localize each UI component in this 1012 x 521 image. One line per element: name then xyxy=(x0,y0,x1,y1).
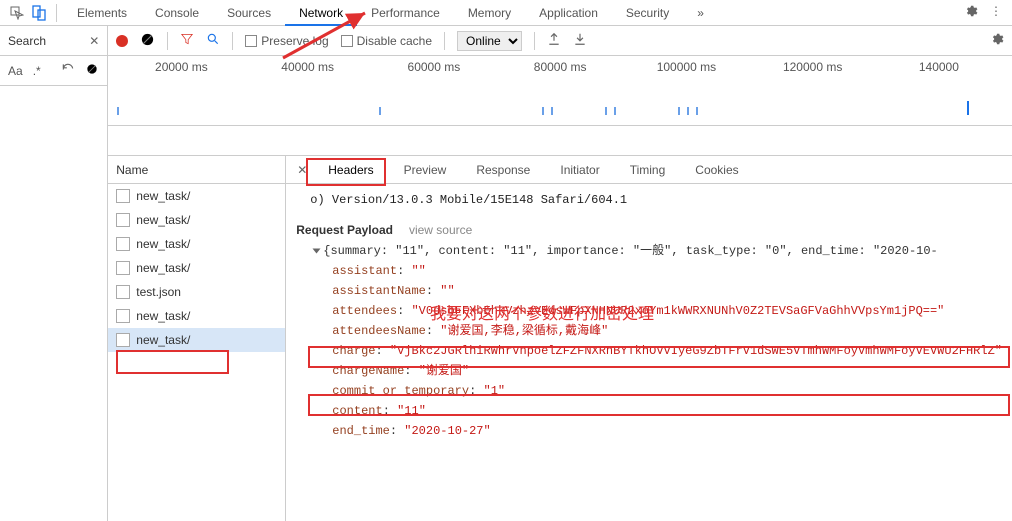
request-row[interactable]: new_task/ xyxy=(108,184,285,208)
request-row[interactable]: new_task/ xyxy=(108,208,285,232)
user-agent-line: o) Version/13.0.3 Mobile/15E148 Safari/6… xyxy=(310,190,1002,210)
network-timeline[interactable]: 20000 ms 40000 ms 60000 ms 80000 ms 1000… xyxy=(108,56,1012,126)
payload-field-content: content: "11" xyxy=(296,401,1002,421)
file-icon xyxy=(116,189,130,203)
payload-field-endtime: end_time: "2020-10-27" xyxy=(296,421,1002,441)
network-toolbar: Preserve log Disable cache Online xyxy=(108,26,1012,56)
splitter[interactable] xyxy=(108,126,1012,156)
payload-field-assistant: assistant: "" xyxy=(296,261,1002,281)
search-icon[interactable] xyxy=(206,32,220,49)
tab-preview[interactable]: Preview xyxy=(390,156,461,184)
close-details-icon[interactable]: ✕ xyxy=(292,163,312,177)
file-icon xyxy=(116,333,130,347)
timeline-tick-label: 120000 ms xyxy=(750,60,876,74)
tab-console[interactable]: Console xyxy=(141,0,213,26)
match-case-toggle[interactable]: Aa xyxy=(8,64,23,78)
devtools-top-tabs: Elements Console Sources Network Perform… xyxy=(0,0,1012,26)
request-list-header[interactable]: Name xyxy=(108,156,285,184)
record-icon[interactable] xyxy=(116,35,128,47)
timeline-tick-label: 20000 ms xyxy=(118,60,244,74)
tab-memory[interactable]: Memory xyxy=(454,0,525,26)
request-row[interactable]: new_task/ xyxy=(108,304,285,328)
payload-summary: {summary: "11", content: "11", importanc… xyxy=(296,241,1002,261)
file-icon xyxy=(116,309,130,323)
payload-field-chargeName: chargeName: "谢爱国" xyxy=(296,361,1002,381)
view-source-link[interactable]: view source xyxy=(409,223,472,237)
payload-field-attendeesName: attendeesName: "谢爱国,李稳,梁循标,戴海峰" xyxy=(296,321,1002,341)
regex-toggle[interactable]: .* xyxy=(33,64,41,78)
preserve-log-checkbox[interactable]: Preserve log xyxy=(245,34,328,48)
payload-field-attendees: attendees: "V0dsbFFXbEhkVzhzVEdsWFpXNHNU… xyxy=(296,301,1002,321)
request-list: Name new_task/ new_task/ new_task/ new_t… xyxy=(108,156,286,521)
request-row[interactable]: new_task/ xyxy=(108,232,285,256)
tab-response[interactable]: Response xyxy=(462,156,544,184)
request-row[interactable]: new_task/ xyxy=(108,256,285,280)
file-icon xyxy=(116,285,130,299)
clear-icon[interactable] xyxy=(85,62,99,79)
request-details: ✕ Headers Preview Response Initiator Tim… xyxy=(286,156,1012,521)
tab-application[interactable]: Application xyxy=(525,0,612,26)
search-title: Search xyxy=(8,34,46,48)
payload-field-assistantName: assistantName: "" xyxy=(296,281,1002,301)
search-panel: Search ✕ Aa .* xyxy=(0,26,108,521)
timeline-tick-label: 40000 ms xyxy=(245,60,371,74)
separator xyxy=(56,4,57,22)
request-row[interactable]: test.json xyxy=(108,280,285,304)
tab-sources[interactable]: Sources xyxy=(213,0,285,26)
refresh-icon[interactable] xyxy=(61,62,75,79)
tab-headers[interactable]: Headers xyxy=(314,156,387,184)
file-icon xyxy=(116,213,130,227)
payload-field-charge: charge: "VjBkc2JGRlhiRWhrVnpoelZFZFNXRnB… xyxy=(296,341,1002,361)
download-icon[interactable] xyxy=(573,32,587,49)
inspect-icon[interactable] xyxy=(6,2,28,24)
upload-icon[interactable] xyxy=(547,32,561,49)
file-icon xyxy=(116,261,130,275)
file-icon xyxy=(116,237,130,251)
kebab-menu-icon[interactable]: ⋮ xyxy=(990,4,1002,21)
filter-icon[interactable] xyxy=(180,32,194,49)
timeline-tick-label: 140000 xyxy=(876,60,1002,74)
device-toolbar-icon[interactable] xyxy=(28,2,50,24)
tab-initiator[interactable]: Initiator xyxy=(546,156,613,184)
search-close-icon[interactable]: ✕ xyxy=(89,34,99,48)
tab-network[interactable]: Network xyxy=(285,0,357,26)
tab-more[interactable]: » xyxy=(683,0,718,26)
timeline-tick-label: 100000 ms xyxy=(623,60,749,74)
disable-cache-checkbox[interactable]: Disable cache xyxy=(341,34,432,48)
detail-tabs: ✕ Headers Preview Response Initiator Tim… xyxy=(286,156,1012,184)
settings-icon[interactable] xyxy=(964,4,978,21)
clear-log-icon[interactable] xyxy=(140,32,155,50)
payload-field-commit: commit_or_temporary: "1" xyxy=(296,381,1002,401)
request-payload-header[interactable]: Request Payloadview source xyxy=(296,220,1002,241)
network-settings-icon[interactable] xyxy=(990,32,1004,49)
tab-timing[interactable]: Timing xyxy=(616,156,680,184)
tab-performance[interactable]: Performance xyxy=(357,0,454,26)
throttling-select[interactable]: Online xyxy=(457,31,522,51)
tab-elements[interactable]: Elements xyxy=(63,0,141,26)
request-row[interactable]: new_task/ xyxy=(108,328,285,352)
tab-security[interactable]: Security xyxy=(612,0,683,26)
timeline-tick-label: 80000 ms xyxy=(497,60,623,74)
tab-cookies[interactable]: Cookies xyxy=(681,156,752,184)
headers-body[interactable]: o) Version/13.0.3 Mobile/15E148 Safari/6… xyxy=(286,184,1012,521)
timeline-tick-label: 60000 ms xyxy=(371,60,497,74)
